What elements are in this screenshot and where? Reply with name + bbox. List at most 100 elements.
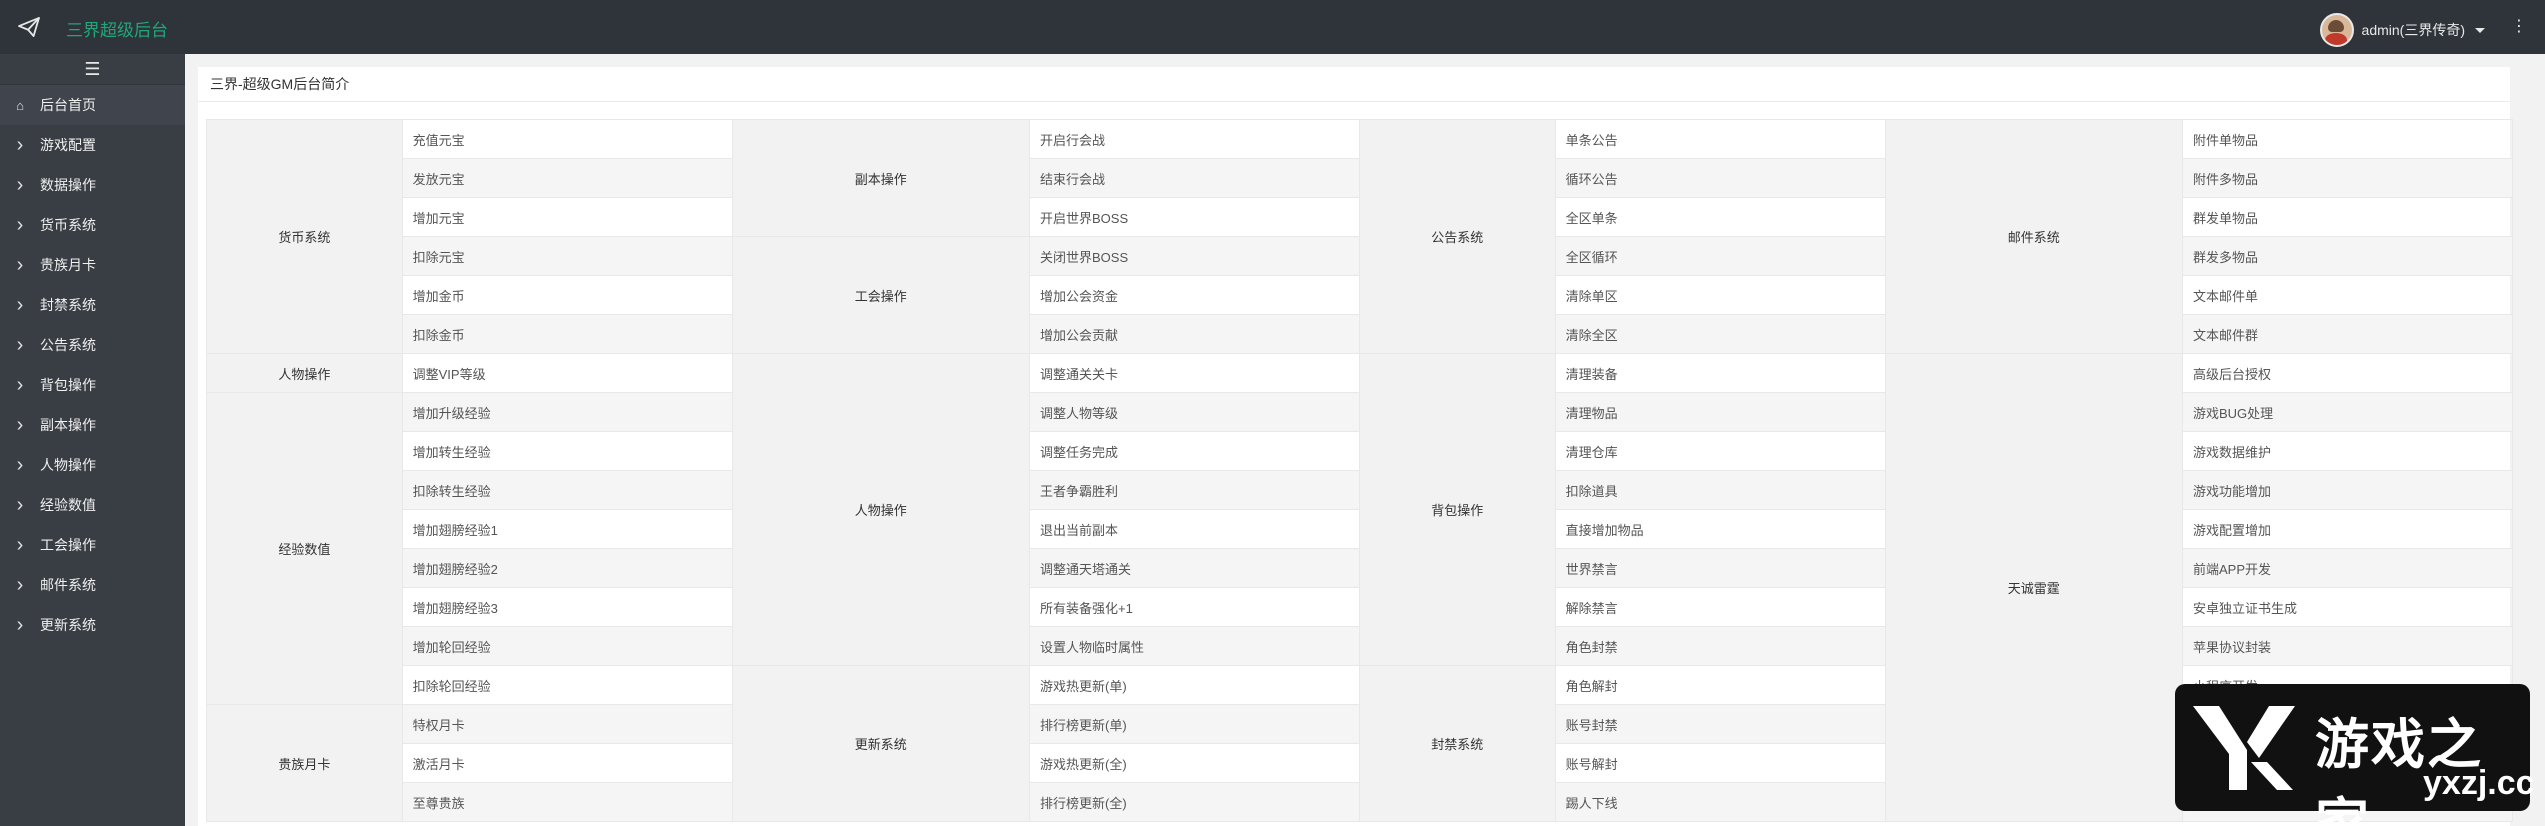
feature-item-cell[interactable]: 增加翅膀经验1 bbox=[401, 509, 733, 549]
feature-item-cell[interactable]: 单条公告 bbox=[1554, 119, 1886, 159]
feature-item-cell[interactable]: 清除全区 bbox=[1554, 314, 1886, 354]
feature-item-cell[interactable]: 所有装备强化+1 bbox=[1029, 587, 1360, 627]
feature-item-cell[interactable]: 充值元宝 bbox=[401, 119, 733, 159]
feature-item-cell[interactable]: 增加翅膀经验2 bbox=[401, 548, 733, 588]
feature-item-cell[interactable]: 全区单条 bbox=[1554, 197, 1886, 237]
feature-item-cell[interactable]: 关闭世界BOSS bbox=[1029, 236, 1360, 276]
feature-item-cell[interactable]: 调整通天塔通关 bbox=[1029, 548, 1360, 588]
feature-item-cell[interactable]: 设置人物临时属性 bbox=[1029, 626, 1360, 666]
category-cell: 人物操作 bbox=[731, 353, 1031, 666]
feature-item-cell[interactable]: 扣除轮回经验 bbox=[401, 665, 733, 705]
feature-item-cell[interactable]: 增加金币 bbox=[401, 275, 733, 315]
feature-item-cell[interactable]: 王者争霸胜利 bbox=[1029, 470, 1360, 510]
feature-item-cell[interactable]: 开启行会战 bbox=[1029, 119, 1360, 159]
sidebar-item-13[interactable]: › 更新系统 bbox=[0, 605, 185, 645]
feature-item-cell[interactable]: 前端APP开发 bbox=[2181, 548, 2513, 588]
feature-item-cell[interactable]: 扣除道具 bbox=[1554, 470, 1886, 510]
sidebar-item-11[interactable]: › 工会操作 bbox=[0, 525, 185, 565]
chevron-right-icon: › bbox=[16, 533, 24, 556]
feature-item-cell[interactable]: 增加轮回经验 bbox=[401, 626, 733, 666]
feature-item-cell[interactable]: 增加元宝 bbox=[401, 197, 733, 237]
feature-item-cell[interactable]: 开启世界BOSS bbox=[1029, 197, 1360, 237]
app-title[interactable]: 三界超级后台 bbox=[66, 16, 168, 41]
sidebar-item-label: 经验数值 bbox=[40, 497, 96, 513]
feature-item-cell[interactable]: 发放元宝 bbox=[401, 158, 733, 198]
feature-item-cell[interactable]: 游戏热更新(全) bbox=[1029, 743, 1360, 783]
feature-item-cell[interactable]: 文本邮件单 bbox=[2181, 275, 2513, 315]
feature-item-cell[interactable]: 群发多物品 bbox=[2181, 236, 2513, 276]
feature-item-cell[interactable]: 增加翅膀经验3 bbox=[401, 587, 733, 627]
feature-item-cell[interactable]: 清理物品 bbox=[1554, 392, 1886, 432]
feature-item-cell[interactable]: 排行榜更新(全) bbox=[1029, 782, 1360, 822]
feature-item-cell[interactable]: 安卓独立证书生成 bbox=[2181, 587, 2513, 627]
feature-item-cell[interactable]: 游戏热更新(单) bbox=[1029, 665, 1360, 705]
sidebar-item-8[interactable]: › 副本操作 bbox=[0, 405, 185, 445]
caret-down-icon[interactable] bbox=[2475, 27, 2485, 33]
feature-item-cell[interactable]: 游戏数据维护 bbox=[2181, 431, 2513, 471]
feature-item-cell[interactable]: 增加升级经验 bbox=[401, 392, 733, 432]
sidebar-item-1[interactable]: › 游戏配置 bbox=[0, 125, 185, 165]
feature-item-cell[interactable]: 调整任务完成 bbox=[1029, 431, 1360, 471]
feature-item-cell[interactable]: 解除禁言 bbox=[1554, 587, 1886, 627]
feature-item-cell[interactable]: 增加公会资金 bbox=[1029, 275, 1360, 315]
sidebar-item-2[interactable]: › 数据操作 bbox=[0, 165, 185, 205]
user-label[interactable]: admin(三界传奇) bbox=[2362, 20, 2465, 40]
feature-item-cell[interactable]: 账号封禁 bbox=[1554, 704, 1886, 744]
feature-item-cell[interactable]: 退出当前副本 bbox=[1029, 509, 1360, 549]
feature-item-cell[interactable]: 账号解封 bbox=[1554, 743, 1886, 783]
feature-item-cell[interactable]: 高级后台授权 bbox=[2181, 353, 2513, 393]
feature-item-cell[interactable]: 世界禁言 bbox=[1554, 548, 1886, 588]
paper-plane-icon[interactable] bbox=[18, 17, 40, 37]
feature-item-cell[interactable]: 游戏配置增加 bbox=[2181, 509, 2513, 549]
feature-item-cell[interactable]: 排行榜更新(单) bbox=[1029, 704, 1360, 744]
sidebar-item-6[interactable]: › 公告系统 bbox=[0, 325, 185, 365]
feature-item-cell[interactable]: 全区循环 bbox=[1554, 236, 1886, 276]
category-cell: 更新系统 bbox=[731, 665, 1031, 822]
feature-item-cell[interactable]: 群发单物品 bbox=[2181, 197, 2513, 237]
sidebar-item-5[interactable]: › 封禁系统 bbox=[0, 285, 185, 325]
menu-toggle-icon[interactable]: ☰ bbox=[0, 54, 185, 85]
feature-item-cell[interactable]: 清除单区 bbox=[1554, 275, 1886, 315]
feature-item-cell[interactable]: 调整VIP等级 bbox=[401, 353, 733, 393]
sidebar-item-10[interactable]: › 经验数值 bbox=[0, 485, 185, 525]
feature-item-cell[interactable]: 调整通关关卡 bbox=[1029, 353, 1360, 393]
feature-item-cell[interactable]: 直接增加物品 bbox=[1554, 509, 1886, 549]
sidebar-item-3[interactable]: › 货币系统 bbox=[0, 205, 185, 245]
sidebar-item-0[interactable]: ⌂ 后台首页 bbox=[0, 85, 185, 125]
more-vertical-icon[interactable]: ⋮ bbox=[2511, 19, 2527, 35]
feature-item-cell[interactable]: 扣除金币 bbox=[401, 314, 733, 354]
feature-item-cell[interactable]: 结束行会战 bbox=[1029, 158, 1360, 198]
user-menu[interactable]: admin(三界传奇) bbox=[2319, 13, 2485, 47]
feature-item-cell[interactable]: 角色封禁 bbox=[1554, 626, 1886, 666]
feature-item-cell[interactable]: 增加转生经验 bbox=[401, 431, 733, 471]
feature-item-cell[interactable]: 扣除转生经验 bbox=[401, 470, 733, 510]
avatar[interactable] bbox=[2319, 13, 2354, 47]
chevron-right-icon: › bbox=[16, 413, 24, 436]
sidebar-item-9[interactable]: › 人物操作 bbox=[0, 445, 185, 485]
sidebar-item-label: 更新系统 bbox=[40, 617, 96, 633]
feature-item-cell[interactable]: 循环公告 bbox=[1554, 158, 1886, 198]
feature-item-cell[interactable]: 特权月卡 bbox=[401, 704, 733, 744]
sidebar-item-12[interactable]: › 邮件系统 bbox=[0, 565, 185, 605]
feature-item-cell[interactable]: 清理仓库 bbox=[1554, 431, 1886, 471]
feature-item-cell[interactable]: 角色解封 bbox=[1554, 665, 1886, 705]
feature-item-cell[interactable]: 踢人下线 bbox=[1554, 782, 1886, 822]
feature-item-cell[interactable]: 游戏功能增加 bbox=[2181, 470, 2513, 510]
chevron-right-icon: › bbox=[16, 133, 24, 156]
sidebar-item-label: 游戏配置 bbox=[40, 137, 96, 153]
feature-item-cell[interactable]: 至尊贵族 bbox=[401, 782, 733, 822]
feature-item-cell[interactable]: 附件单物品 bbox=[2181, 119, 2513, 159]
feature-item-cell[interactable]: 文本邮件群 bbox=[2181, 314, 2513, 354]
sidebar-item-7[interactable]: › 背包操作 bbox=[0, 365, 185, 405]
feature-grid: 货币系统 充值元宝 副本操作 开启行会战 公告系统 单条公告 邮件系统 附件单物品 发放元宝 结束… bbox=[206, 119, 2513, 822]
chevron-right-icon: › bbox=[16, 493, 24, 516]
feature-item-cell[interactable]: 增加公会贡献 bbox=[1029, 314, 1360, 354]
feature-item-cell[interactable]: 调整人物等级 bbox=[1029, 392, 1360, 432]
feature-item-cell[interactable]: 清理装备 bbox=[1554, 353, 1886, 393]
feature-item-cell[interactable]: 苹果协议封装 bbox=[2181, 626, 2513, 666]
feature-item-cell[interactable]: 扣除元宝 bbox=[401, 236, 733, 276]
feature-item-cell[interactable]: 附件多物品 bbox=[2181, 158, 2513, 198]
feature-item-cell[interactable]: 游戏BUG处理 bbox=[2181, 392, 2513, 432]
feature-item-cell[interactable]: 激活月卡 bbox=[401, 743, 733, 783]
sidebar-item-4[interactable]: › 贵族月卡 bbox=[0, 245, 185, 285]
